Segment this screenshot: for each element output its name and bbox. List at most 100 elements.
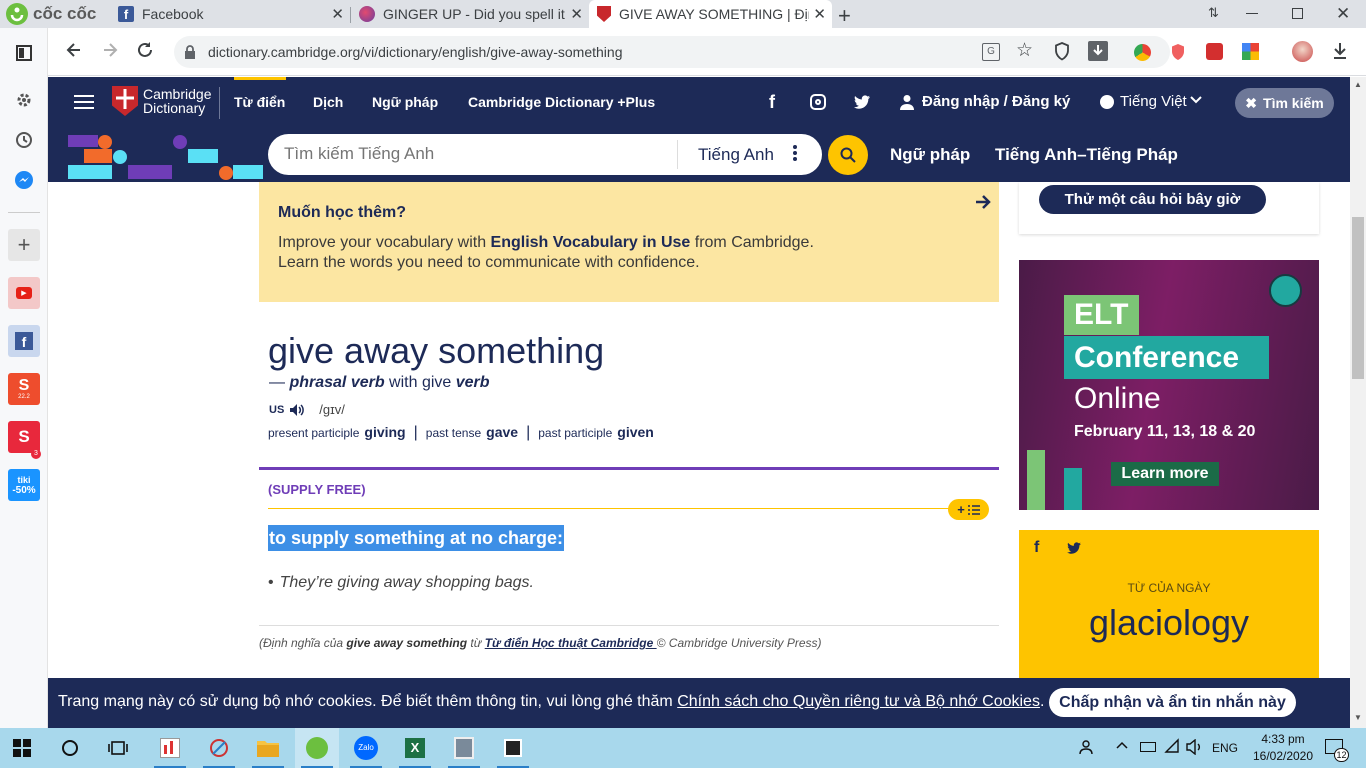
omnibox[interactable]: dictionary.cambridge.org/vi/dictionary/e…: [174, 36, 1170, 68]
extension-colors-icon[interactable]: [1242, 43, 1259, 60]
file-explorer-icon[interactable]: [246, 728, 290, 768]
excel-icon[interactable]: X: [393, 728, 437, 768]
volume-icon[interactable]: [1186, 739, 1204, 755]
tiki-icon[interactable]: tiki -50%: [8, 469, 40, 501]
extension-red-icon[interactable]: [1206, 43, 1223, 60]
tab-search-icon[interactable]: ⇅: [1208, 5, 1219, 21]
accept-cookies-button[interactable]: Chấp nhận và ẩn tin nhắn này: [1049, 688, 1296, 717]
sidebar-panel-icon[interactable]: [8, 37, 40, 69]
taskbar-app-calculator-icon[interactable]: [442, 728, 486, 768]
promo-box[interactable]: Muốn học thêm? Improve your vocabulary w…: [259, 182, 999, 302]
lock-icon[interactable]: [184, 45, 196, 59]
windows-start-icon[interactable]: [0, 728, 44, 768]
twitter-share-icon[interactable]: [1067, 542, 1081, 554]
messenger-icon[interactable]: [8, 164, 40, 196]
nav-dictionary[interactable]: Từ điển: [234, 94, 285, 110]
extension-adblock-icon[interactable]: [1170, 43, 1186, 61]
clock-date[interactable]: 16/02/2020: [1250, 749, 1316, 763]
task-view-icon[interactable]: [96, 728, 140, 768]
profile-avatar-icon[interactable]: [1292, 41, 1313, 62]
history-icon[interactable]: [8, 124, 40, 156]
people-icon[interactable]: [1079, 739, 1095, 755]
cookie-policy-link[interactable]: Chính sách cho Quyền riêng tư và Bộ nhớ …: [677, 693, 1040, 710]
scrollbar-thumb[interactable]: [1352, 217, 1364, 379]
search-input[interactable]: [284, 144, 664, 164]
downloads-icon[interactable]: [1332, 42, 1348, 60]
close-tab-icon[interactable]: ✕: [570, 5, 583, 23]
chevron-down-icon[interactable]: [1190, 95, 1202, 105]
minimize-window-icon[interactable]: [1246, 13, 1258, 14]
wifi-icon[interactable]: [1164, 738, 1180, 754]
sub-link-grammar[interactable]: Ngữ pháp: [890, 145, 970, 165]
headword: give away something: [268, 330, 605, 371]
clock-time[interactable]: 4:33 pm: [1256, 732, 1310, 746]
close-tab-icon[interactable]: ✕: [331, 5, 344, 23]
arrow-right-icon[interactable]: [975, 194, 991, 210]
twitter-icon[interactable]: [854, 95, 870, 109]
battery-icon[interactable]: [1140, 742, 1156, 752]
search-toggle-button[interactable]: ✖ Tìm kiếm: [1235, 88, 1334, 118]
elt-conference-ad[interactable]: ELT Conference Online February 11, 13, 1…: [1019, 260, 1319, 510]
add-sidebar-app-icon[interactable]: +: [8, 229, 40, 261]
add-to-list-button[interactable]: +: [948, 499, 989, 520]
taskbar-app-notes-icon[interactable]: [491, 728, 535, 768]
back-arrow-icon[interactable]: [64, 40, 84, 60]
cambridge-shield-icon: [597, 6, 611, 22]
browser-sidebar: + ▶ f S 22.2 S 3 tiki -50%: [0, 28, 48, 728]
user-icon[interactable]: [900, 94, 914, 110]
page-scrollbar[interactable]: ▲ ▼: [1350, 77, 1366, 728]
search-language-selector[interactable]: Tiếng Anh: [698, 145, 774, 165]
bookmark-star-icon[interactable]: ☆: [1016, 39, 1033, 62]
wotd-word[interactable]: glaciology: [1019, 602, 1319, 644]
search-box[interactable]: Tiếng Anh: [268, 134, 822, 175]
taskbar-app-chart-icon[interactable]: [148, 728, 192, 768]
try-quiz-button[interactable]: Thử một câu hỏi bây giờ: [1039, 185, 1266, 214]
shield-icon[interactable]: [1054, 42, 1070, 61]
close-tab-icon[interactable]: ✕: [813, 5, 826, 23]
reload-icon[interactable]: [136, 41, 154, 59]
search-button[interactable]: [828, 135, 868, 175]
translate-icon[interactable]: G: [982, 43, 1000, 61]
instagram-icon[interactable]: [810, 94, 826, 110]
youtube-icon[interactable]: ▶: [8, 277, 40, 309]
nav-translate[interactable]: Dịch: [313, 94, 343, 110]
settings-gear-icon[interactable]: [8, 84, 40, 116]
taskbar-app-tools-icon[interactable]: [197, 728, 241, 768]
cambridge-logo[interactable]: Cambridge Dictionary: [112, 86, 211, 116]
coccoc-taskbar-icon[interactable]: [295, 728, 339, 768]
nav-plus[interactable]: Cambridge Dictionary +Plus: [468, 94, 655, 110]
facebook-sidebar-icon[interactable]: f: [8, 325, 40, 357]
tab-facebook[interactable]: f Facebook ✕: [110, 0, 350, 28]
forward-arrow-icon[interactable]: [100, 40, 120, 60]
download-page-icon[interactable]: [1088, 41, 1108, 61]
tab-ginger[interactable]: GINGER UP - Did you spell it c ✕: [351, 0, 589, 28]
zalo-icon[interactable]: Zalo: [344, 728, 388, 768]
login-link[interactable]: Đăng nhập / Đăng ký: [922, 93, 1070, 110]
input-language[interactable]: ENG: [1212, 741, 1238, 755]
tab-cambridge[interactable]: GIVE AWAY SOMETHING | Địn ✕: [589, 0, 832, 28]
speaker-icon[interactable]: [289, 403, 305, 417]
sub-link-english-french[interactable]: Tiếng Anh–Tiếng Pháp: [995, 145, 1178, 165]
tab-title: GINGER UP - Did you spell it c: [383, 6, 568, 22]
scroll-up-icon[interactable]: ▲: [1354, 80, 1362, 89]
new-tab-icon[interactable]: +: [838, 3, 851, 29]
ad-learn-more-button[interactable]: Learn more: [1111, 462, 1219, 486]
show-hidden-icons-chevron-icon[interactable]: [1116, 741, 1128, 749]
more-options-icon[interactable]: [793, 145, 797, 161]
shopee-icon[interactable]: S 22.2: [8, 373, 40, 405]
scroll-down-icon[interactable]: ▼: [1354, 713, 1362, 722]
hamburger-menu-icon[interactable]: [74, 94, 94, 110]
browser-brand[interactable]: cốc cốc: [6, 3, 106, 25]
restore-window-icon[interactable]: [1292, 8, 1303, 19]
facebook-share-icon[interactable]: f: [1034, 539, 1039, 557]
language-selector[interactable]: Tiếng Việt: [1120, 93, 1187, 110]
nav-grammar[interactable]: Ngữ pháp: [372, 94, 438, 110]
tiki-label: tiki: [17, 474, 31, 485]
browser-brand-text: cốc cốc: [33, 4, 97, 23]
close-window-icon[interactable]: ✕: [1336, 4, 1350, 24]
facebook-icon[interactable]: f: [769, 92, 775, 113]
globe-icon[interactable]: [1100, 95, 1114, 109]
credit-dictionary-link[interactable]: Từ điển Học thuật Cambridge: [485, 636, 657, 650]
extension-chrome-icon[interactable]: [1134, 44, 1151, 61]
cortana-search-icon[interactable]: [48, 728, 92, 768]
